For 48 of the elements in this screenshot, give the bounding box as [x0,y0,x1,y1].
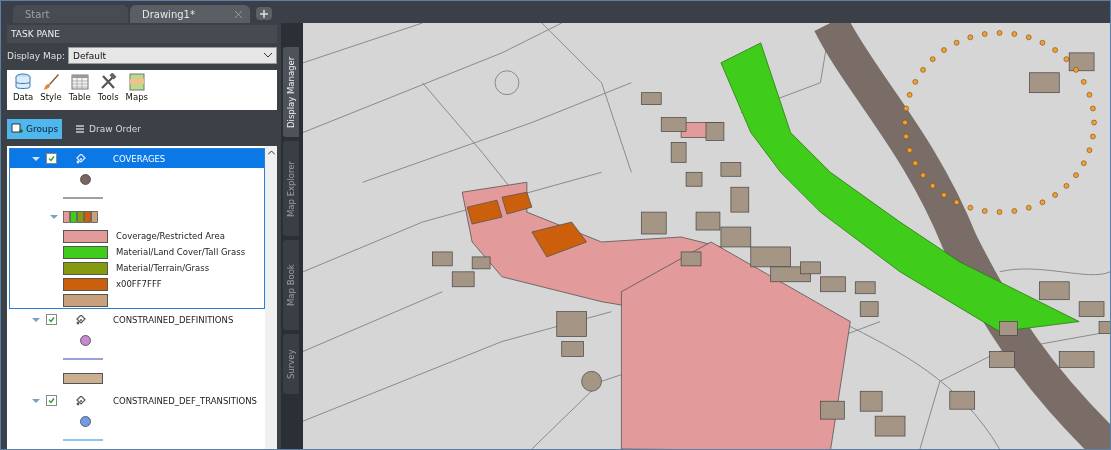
layer-row[interactable]: CONSTRAINED_DEF_TRANSITIONS [10,391,264,410]
groups-icon [11,123,23,135]
theme-label: Material/Terrain/Grass [116,263,210,273]
document-tab[interactable]: Drawing1* [130,5,250,23]
toolbar-button[interactable]: Tools [95,73,121,107]
layer-name: CONSTRAINED_DEF_TRANSITIONS [113,395,257,406]
hammer-wrench-icon [99,73,118,91]
theme-label: Coverage/Restricted Area [116,231,225,241]
layer-checkbox[interactable] [46,314,57,325]
style-group-icon [76,153,86,164]
paintbrush-icon [41,73,60,91]
side-tab[interactable]: Survey [283,334,299,394]
view-button[interactable]: Draw Order [70,119,146,139]
display-map-dropdown[interactable]: Default [68,47,277,64]
style-group-icon [76,395,86,406]
map-icon [127,73,146,91]
display-map-label: Display Map: [7,50,66,61]
toolbar-button[interactable]: Table [66,73,93,107]
draw-order-icon [74,123,87,135]
chevron-down-icon [264,53,272,58]
layer-name: COVERAGES [113,153,166,164]
close-icon[interactable] [235,10,242,18]
layer-name: CONSTRAINED_DEFINITIONS [113,314,234,325]
plus-icon [260,9,268,18]
layer-row[interactable]: COVERAGES [10,149,264,168]
toolbar-button[interactable]: Maps [123,73,150,107]
theme-label: x00FF7FFF [116,279,162,289]
collapse-arrow-icon[interactable] [50,214,58,220]
scroll-up-icon[interactable] [267,150,275,155]
side-tab[interactable]: Map Book [283,240,299,330]
layer-checkbox[interactable] [46,153,57,164]
theme-swatches-icon [63,211,99,223]
collapse-arrow-icon[interactable] [32,316,40,323]
style-group-icon [76,314,86,325]
theme-label: Material/Land Cover/Tall Grass [116,247,246,257]
new-tab-button[interactable] [256,7,272,20]
collapse-arrow-icon[interactable] [32,397,40,404]
toolbar-button[interactable]: Style [38,73,64,107]
collapse-arrow-icon[interactable] [32,155,40,162]
table-icon [70,73,89,91]
pane-title: TASK PANE [7,25,277,43]
side-tab[interactable]: Map Explorer [283,141,299,236]
layer-checkbox[interactable] [46,395,57,406]
layer-row[interactable]: CONSTRAINED_DEFINITIONS [10,310,264,329]
database-icon [14,73,33,91]
toolbar-button[interactable]: Data [11,73,36,107]
side-tab[interactable]: Display Manager [283,47,299,137]
view-button[interactable]: Groups [7,119,63,139]
